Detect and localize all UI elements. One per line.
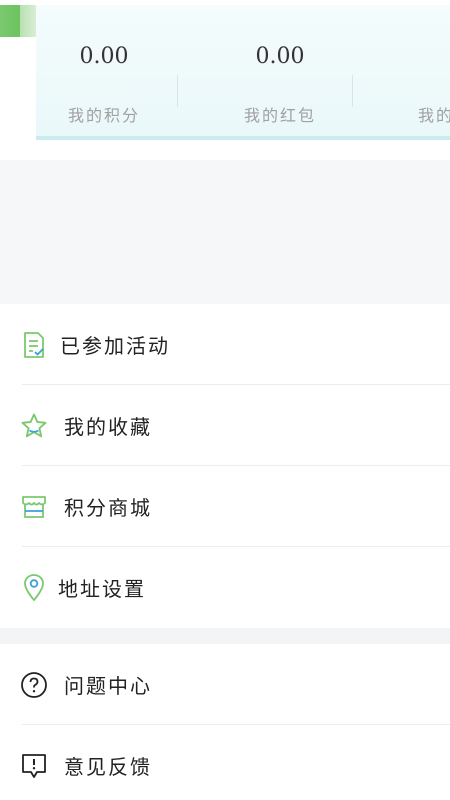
- menu-item-points-mall[interactable]: 积分商城: [0, 466, 450, 547]
- document-check-icon: [20, 331, 48, 359]
- location-pin-icon: [20, 573, 48, 602]
- stats-header: 0.00 我的积分 0.00 我的红包 我的: [0, 0, 450, 160]
- stat-points-label: 我的积分: [67, 106, 140, 125]
- question-circle-icon: [20, 671, 48, 699]
- menu-item-address-settings[interactable]: 地址设置: [0, 547, 450, 628]
- menu-group-support: 问题中心 意见反馈: [0, 644, 450, 800]
- stat-divider: [352, 75, 353, 107]
- stat-third-label: 我的: [418, 106, 450, 125]
- section-gap: [0, 628, 450, 644]
- stat-third[interactable]: 我的: [418, 10, 450, 140]
- menu-item-help-center[interactable]: 问题中心: [0, 644, 450, 725]
- feedback-icon: [20, 752, 48, 780]
- menu-group-activities: 已参加活动 我的收藏 积分商城 地址设置: [0, 304, 450, 628]
- stat-red-packet-value: 0.00: [255, 44, 305, 69]
- menu-item-label: 问题中心: [64, 673, 152, 698]
- star-icon: [20, 412, 48, 440]
- stats-card: 0.00 我的积分 0.00 我的红包 我的: [36, 5, 450, 139]
- stat-divider: [177, 75, 178, 107]
- stat-points[interactable]: 0.00 我的积分: [30, 10, 178, 140]
- menu-item-label: 地址设置: [58, 576, 146, 601]
- stat-red-packet-label: 我的红包: [243, 106, 316, 125]
- menu-item-joined-activities[interactable]: 已参加活动: [0, 304, 450, 385]
- section-gap: [0, 160, 450, 304]
- store-icon: [20, 493, 48, 521]
- profile-page: 0.00 我的积分 0.00 我的红包 我的 已参加活动 我的收藏 积分商城 地…: [0, 0, 450, 800]
- menu-item-feedback[interactable]: 意见反馈: [0, 725, 450, 800]
- stats-card-border: [36, 136, 450, 140]
- menu-item-label: 已参加活动: [60, 333, 170, 358]
- menu-item-label: 积分商城: [64, 495, 152, 520]
- menu-item-label: 意见反馈: [64, 754, 152, 779]
- menu-item-label: 我的收藏: [64, 414, 152, 439]
- stat-red-packet[interactable]: 0.00 我的红包: [206, 10, 354, 140]
- menu-item-favorites[interactable]: 我的收藏: [0, 385, 450, 466]
- stat-points-value: 0.00: [79, 44, 129, 69]
